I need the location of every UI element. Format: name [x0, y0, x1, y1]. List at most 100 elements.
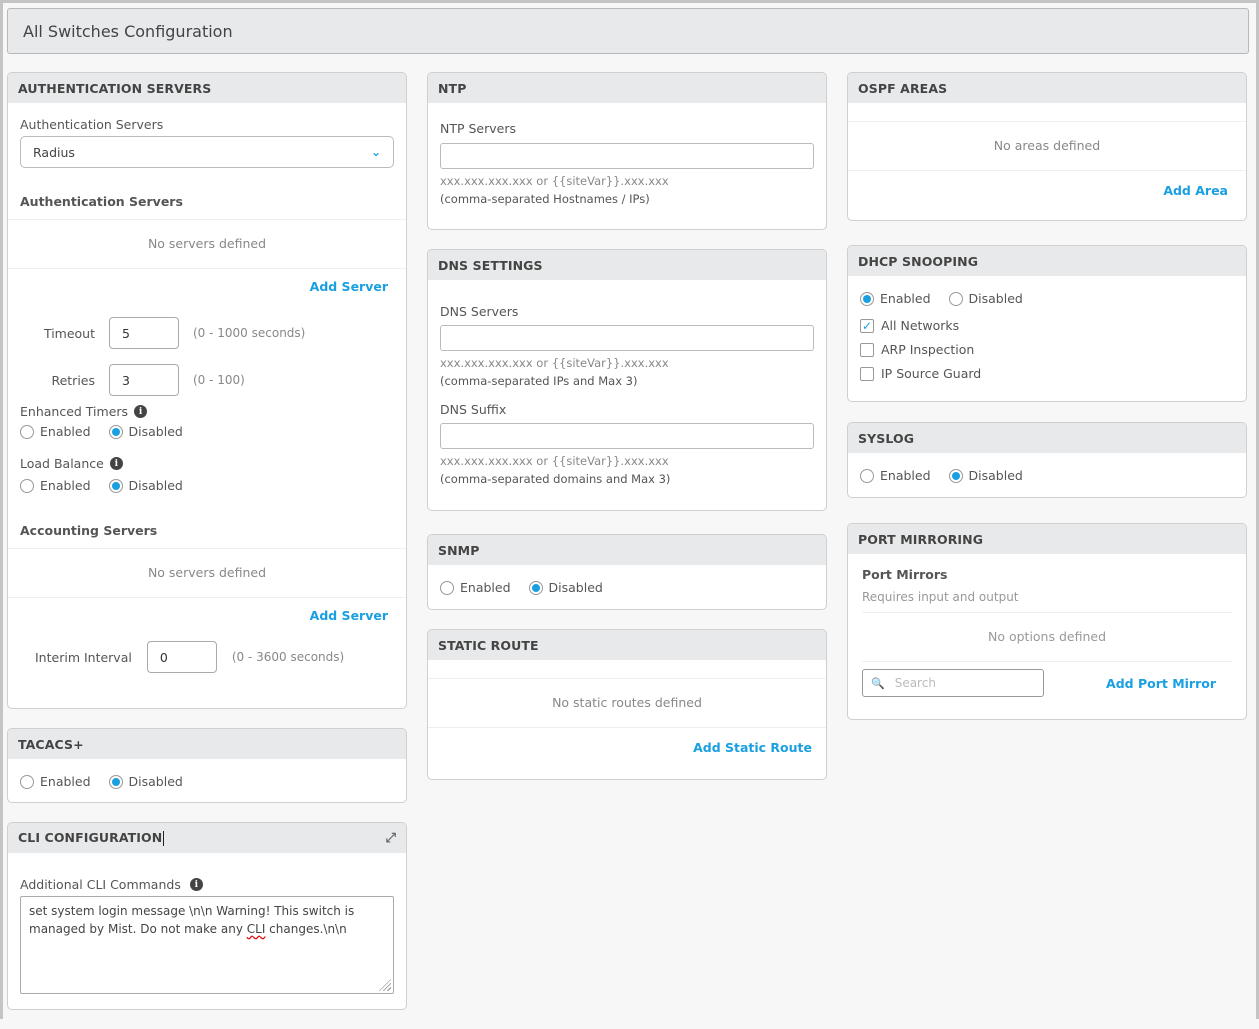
dhcp-snooping-disabled-radio[interactable]: Disabled: [948, 291, 1023, 306]
static-route-card: STATIC ROUTE No static routes defined Ad…: [427, 629, 827, 780]
dns-servers-label: DNS Servers: [440, 304, 519, 319]
tacacs-radio-group: Enabled Disabled: [8, 759, 406, 802]
auth-servers-title: AUTHENTICATION SERVERS: [18, 80, 212, 96]
search-placeholder: Search: [894, 676, 936, 690]
page-title: All Switches Configuration: [7, 8, 1249, 54]
ospf-areas-card: OSPF AREAS No areas defined Add Area: [847, 72, 1247, 221]
snmp-title: SNMP: [438, 542, 480, 558]
timeout-input[interactable]: [109, 317, 179, 349]
column-left: AUTHENTICATION SERVERS Authentication Se…: [7, 72, 407, 1029]
accounting-servers-empty: No servers defined: [8, 548, 406, 598]
ntp-servers-label: NTP Servers: [440, 121, 517, 136]
dns-suffix-hint-description: (comma-separated domains and Max 3): [440, 472, 671, 486]
timeout-hint: (0 - 1000 seconds): [193, 326, 306, 340]
enhanced-timers-enabled-radio[interactable]: Enabled: [20, 424, 91, 439]
snmp-card: SNMP Enabled Disabled: [427, 534, 827, 610]
cli-config-title: CLI CONFIGURATION: [18, 830, 165, 846]
load-balance-text: Load Balance: [20, 456, 104, 471]
accounting-servers-title: Accounting Servers: [20, 523, 158, 538]
tacacs-enabled-radio[interactable]: Enabled: [20, 774, 91, 789]
enhanced-timers-label: Enhanced Timers i: [20, 404, 394, 419]
retries-hint: (0 - 100): [193, 373, 245, 387]
auth-server-type-select[interactable]: Radius ⌄: [20, 136, 394, 168]
enhanced-timers-radio-group: Enabled Disabled: [20, 424, 394, 439]
checkmark-icon: ✓: [860, 318, 874, 333]
port-mirrors-title: Port Mirrors: [862, 567, 948, 582]
all-networks-checkbox[interactable]: ✓ All Networks: [860, 318, 1234, 333]
syslog-enabled-radio[interactable]: Enabled: [860, 468, 931, 483]
port-mirrors-empty: No options defined: [862, 612, 1232, 662]
load-balance-enabled-radio[interactable]: Enabled: [20, 478, 91, 493]
add-accounting-server-button[interactable]: Add Server: [310, 608, 388, 623]
column-right: OSPF AREAS No areas defined Add Area DHC…: [847, 72, 1247, 739]
dhcp-snooping-title: DHCP SNOOPING: [858, 253, 979, 269]
tacacs-header: TACACS+: [8, 729, 406, 759]
interim-interval-hint: (0 - 3600 seconds): [231, 650, 345, 664]
dns-servers-input[interactable]: [440, 325, 814, 351]
ntp-header: NTP: [428, 73, 826, 103]
add-area-button[interactable]: Add Area: [1163, 183, 1228, 198]
retries-label: Retries: [51, 372, 95, 388]
ip-source-guard-checkbox[interactable]: IP Source Guard: [860, 366, 1234, 381]
port-mirroring-title: PORT MIRRORING: [858, 531, 984, 547]
dhcp-snooping-radio-group: Enabled Disabled: [860, 291, 1234, 306]
syslog-title: SYSLOG: [858, 430, 915, 446]
syslog-disabled-radio[interactable]: Disabled: [948, 468, 1023, 483]
port-mirroring-header: PORT MIRRORING: [848, 524, 1246, 554]
cli-config-header: CLI CONFIGURATION ⤢: [8, 823, 406, 853]
dns-settings-card: DNS SETTINGS DNS Servers xxx.xxx.xxx.xxx…: [427, 249, 827, 511]
chevron-down-icon: ⌄: [370, 145, 381, 159]
enhanced-timers-disabled-radio[interactable]: Disabled: [108, 424, 183, 439]
cli-commands-textarea[interactable]: set system login message \n\n Warning! T…: [20, 896, 394, 994]
dns-suffix-label: DNS Suffix: [440, 402, 507, 417]
resize-handle[interactable]: [379, 979, 391, 991]
arp-inspection-checkbox[interactable]: ARP Inspection: [860, 342, 1234, 357]
cli-config-card: CLI CONFIGURATION ⤢ Additional CLI Comma…: [7, 822, 407, 1010]
ntp-title: NTP: [438, 80, 467, 96]
auth-servers-subtitle: Authentication Servers: [20, 194, 183, 209]
load-balance-disabled-radio[interactable]: Disabled: [108, 478, 183, 493]
info-icon[interactable]: i: [134, 405, 148, 418]
ospf-areas-title: OSPF AREAS: [858, 80, 948, 96]
cli-commands-text: Additional CLI Commands: [20, 877, 181, 892]
ospf-areas-empty: No areas defined: [848, 121, 1246, 171]
ntp-servers-input[interactable]: [440, 143, 814, 169]
auth-servers-empty: No servers defined: [8, 219, 406, 269]
add-auth-server-button[interactable]: Add Server: [310, 279, 388, 294]
ospf-areas-header: OSPF AREAS: [848, 73, 1246, 103]
tacacs-title: TACACS+: [18, 736, 84, 752]
dns-settings-header: DNS SETTINGS: [428, 250, 826, 280]
syslog-radio-group: Enabled Disabled: [848, 453, 1246, 497]
auth-servers-header: AUTHENTICATION SERVERS: [8, 73, 406, 103]
dhcp-snooping-header: DHCP SNOOPING: [848, 246, 1246, 276]
info-icon[interactable]: i: [109, 457, 123, 470]
add-static-route-button[interactable]: Add Static Route: [693, 740, 812, 755]
tacacs-disabled-radio[interactable]: Disabled: [108, 774, 183, 789]
ntp-hint-format: xxx.xxx.xxx.xxx or {{siteVar}}.xxx.xxx: [440, 174, 669, 188]
static-route-title: STATIC ROUTE: [438, 637, 539, 653]
interim-interval-input[interactable]: [146, 641, 217, 673]
auth-server-type-value: Radius: [33, 144, 75, 160]
expand-icon[interactable]: ⤢: [386, 831, 397, 846]
add-port-mirror-button[interactable]: Add Port Mirror: [1106, 676, 1216, 691]
port-mirror-search-input[interactable]: 🔍 Search: [862, 669, 1044, 697]
port-mirroring-card: PORT MIRRORING Port Mirrors Requires inp…: [847, 523, 1247, 720]
snmp-disabled-radio[interactable]: Disabled: [528, 580, 603, 595]
static-route-header: STATIC ROUTE: [428, 630, 826, 660]
search-icon: 🔍: [871, 676, 885, 690]
snmp-enabled-radio[interactable]: Enabled: [440, 580, 511, 595]
ntp-hint-description: (comma-separated Hostnames / IPs): [440, 192, 650, 206]
syslog-header: SYSLOG: [848, 423, 1246, 453]
dhcp-snooping-enabled-radio[interactable]: Enabled: [860, 291, 931, 306]
timeout-label: Timeout: [43, 325, 95, 341]
port-mirrors-subtitle: Requires input and output: [862, 590, 1019, 604]
column-middle: NTP NTP Servers xxx.xxx.xxx.xxx or {{sit…: [427, 72, 827, 799]
info-icon[interactable]: i: [189, 878, 203, 891]
snmp-radio-group: Enabled Disabled: [428, 565, 826, 609]
cli-commands-label: Additional CLI Commands i: [20, 877, 394, 892]
dhcp-snooping-card: DHCP SNOOPING Enabled Disabled ✓ All Netw…: [847, 245, 1247, 402]
ntp-card: NTP NTP Servers xxx.xxx.xxx.xxx or {{sit…: [427, 72, 827, 230]
dns-servers-hint-format: xxx.xxx.xxx.xxx or {{siteVar}}.xxx.xxx: [440, 356, 669, 370]
dns-suffix-input[interactable]: [440, 423, 814, 449]
retries-input[interactable]: [109, 364, 179, 396]
